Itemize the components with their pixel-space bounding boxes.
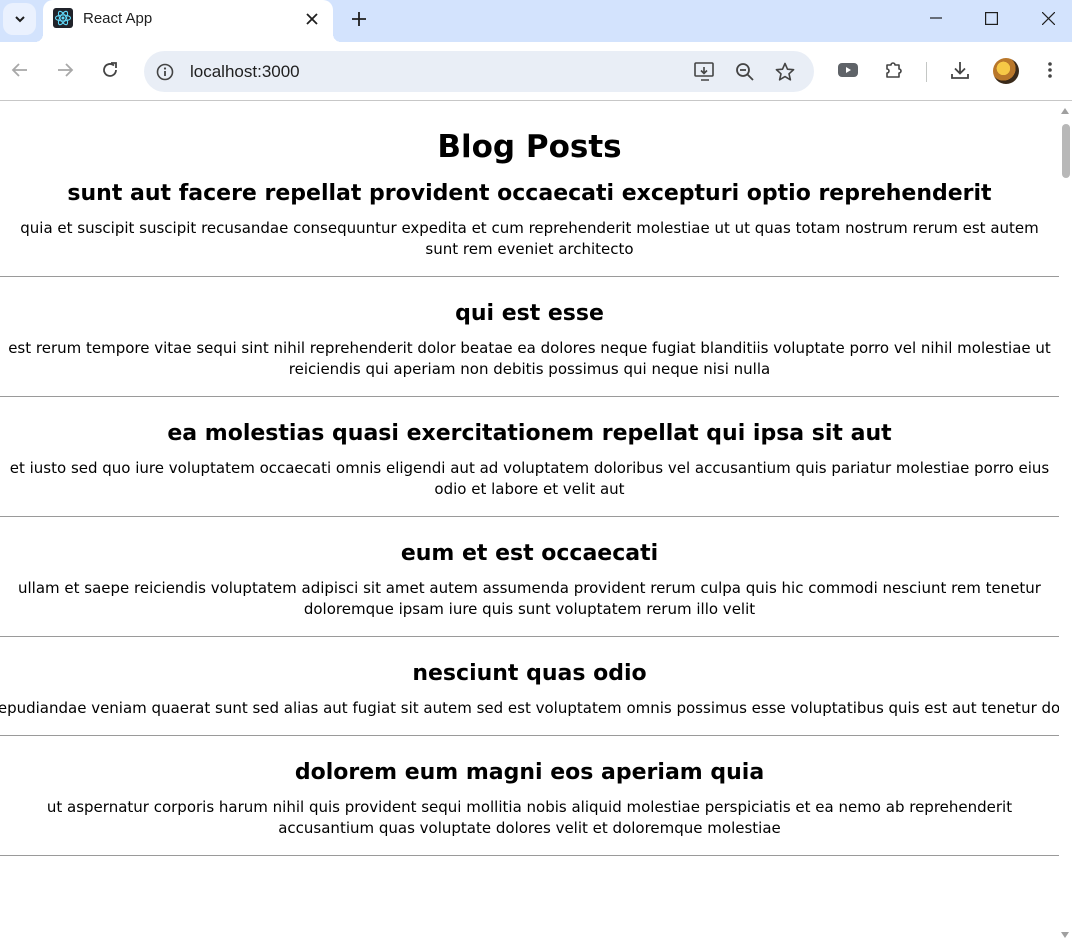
zoom-out-icon[interactable] — [732, 60, 758, 84]
react-logo-icon — [53, 8, 73, 28]
post-body: et iusto sed quo iure voluptatem occaeca… — [9, 459, 1050, 498]
vertical-scrollbar[interactable] — [1059, 102, 1072, 941]
forward-arrow-icon — [58, 63, 74, 77]
post-item: ea molestias quasi exercitationem repell… — [0, 397, 1059, 517]
browser-toolbar: localhost:3000 — [0, 42, 1072, 101]
post-item: nesciunt quas odio repudiandae veniam qu… — [0, 637, 1059, 736]
post-item: dolorem eum magni eos aperiam quia ut as… — [0, 736, 1059, 856]
post-body: repudiandae veniam quaerat sunt sed alia… — [0, 699, 1059, 717]
post-title: ea molestias quasi exercitationem repell… — [167, 421, 892, 446]
back-arrow-icon — [11, 63, 27, 77]
downloads-button[interactable] — [945, 55, 975, 85]
post-body: quia et suscipit suscipit recusandae con… — [20, 219, 1039, 258]
tab-strip: React App — [0, 0, 1072, 42]
back-button[interactable] — [5, 55, 35, 85]
page-title: Blog Posts — [437, 129, 622, 165]
page-viewport: Blog Posts sunt aut facere repellat prov… — [0, 102, 1059, 941]
post-title: qui est esse — [455, 301, 604, 326]
blog-page: Blog Posts sunt aut facere repellat prov… — [0, 129, 1059, 856]
scroll-thumb[interactable] — [1062, 124, 1070, 178]
tab-search-button[interactable] — [3, 3, 36, 35]
star-icon[interactable] — [772, 60, 798, 84]
minimize-button[interactable] — [907, 0, 964, 36]
tab-title: React App — [83, 10, 153, 27]
post-body: est rerum tempore vitae sequi sint nihil… — [8, 339, 1051, 378]
window-close-button[interactable] — [1020, 0, 1072, 36]
plus-icon — [352, 12, 366, 26]
post-body: ullam et saepe reiciendis voluptatem adi… — [18, 579, 1041, 618]
post-body: ut aspernatur corporis harum nihil quis … — [46, 798, 1013, 837]
scroll-up-arrow-icon[interactable] — [1061, 108, 1069, 114]
install-app-icon[interactable] — [692, 60, 718, 84]
post-title: sunt aut facere repellat provident occae… — [67, 181, 992, 206]
window-close-icon — [1042, 11, 1055, 25]
address-bar[interactable]: localhost:3000 — [144, 51, 814, 92]
maximize-button[interactable] — [963, 0, 1020, 36]
url-text[interactable]: localhost:3000 — [190, 62, 300, 82]
scroll-down-arrow-icon[interactable] — [1061, 932, 1069, 938]
minimize-icon — [929, 17, 942, 19]
download-icon — [951, 62, 969, 79]
post-title: eum et est occaecati — [400, 541, 659, 566]
close-icon — [306, 13, 318, 25]
post-item: sunt aut facere repellat provident occae… — [0, 165, 1059, 277]
toolbar-separator — [926, 62, 927, 82]
extensions-button[interactable] — [879, 55, 909, 85]
post-item: eum et est occaecati ullam et saepe reic… — [0, 517, 1059, 637]
post-title: dolorem eum magni eos aperiam quia — [294, 760, 765, 785]
post-item: qui est esse est rerum tempore vitae seq… — [0, 277, 1059, 397]
media-button[interactable] — [833, 55, 863, 85]
reload-button[interactable] — [95, 55, 125, 85]
tab-close-button[interactable] — [301, 8, 323, 30]
media-icon — [838, 63, 858, 77]
reload-icon — [103, 62, 117, 77]
info-icon[interactable] — [152, 60, 178, 84]
active-tab[interactable]: React App — [35, 0, 341, 42]
menu-button[interactable] — [1035, 55, 1065, 85]
profile-avatar[interactable] — [993, 58, 1019, 84]
post-title: nesciunt quas odio — [412, 661, 647, 686]
puzzle-icon — [886, 62, 902, 78]
chevron-down-icon — [14, 16, 25, 23]
kebab-menu-icon — [1048, 62, 1052, 78]
new-tab-button[interactable] — [345, 5, 373, 33]
forward-button[interactable] — [50, 55, 80, 85]
maximize-icon — [985, 11, 998, 25]
